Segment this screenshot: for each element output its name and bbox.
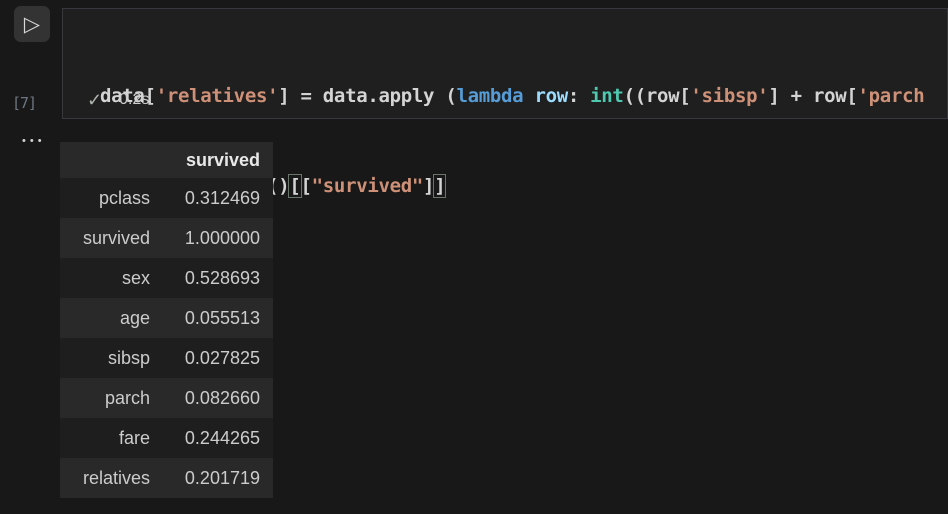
- code-token: 'sibsp': [690, 85, 768, 107]
- row-value: 0.312469: [150, 188, 273, 209]
- bracket-match-highlight: [: [289, 175, 300, 197]
- dataframe-output-table: survived pclass 0.312469 survived 1.0000…: [60, 142, 273, 498]
- output-more-actions-icon[interactable]: •••: [20, 134, 48, 149]
- row-label: sex: [60, 268, 150, 289]
- bracket-match-highlight: ]: [434, 175, 445, 197]
- row-value: 0.244265: [150, 428, 273, 449]
- run-cell-button[interactable]: ▷: [14, 6, 50, 42]
- row-label: sibsp: [60, 348, 150, 369]
- row-label: relatives: [60, 468, 150, 489]
- code-cell-editor[interactable]: data['relatives'] = data.apply (lambda r…: [62, 8, 948, 119]
- row-value: 0.082660: [150, 388, 273, 409]
- code-line-1: data['relatives'] = data.apply (lambda r…: [100, 81, 947, 111]
- row-label: survived: [60, 228, 150, 249]
- row-value: 0.201719: [150, 468, 273, 489]
- row-value: 0.027825: [150, 348, 273, 369]
- row-value: 0.528693: [150, 268, 273, 289]
- code-token: lambda: [456, 85, 523, 107]
- row-label: age: [60, 308, 150, 329]
- table-row: age 0.055513: [60, 298, 273, 338]
- table-row: pclass 0.312469: [60, 178, 273, 218]
- code-token: ]: [423, 175, 434, 197]
- row-label: fare: [60, 428, 150, 449]
- table-row: sibsp 0.027825: [60, 338, 273, 378]
- code-token: int: [590, 85, 623, 107]
- code-token: ((row[: [624, 85, 691, 107]
- row-value: 1.000000: [150, 228, 273, 249]
- table-row: sex 0.528693: [60, 258, 273, 298]
- code-token: "survived": [312, 175, 423, 197]
- code-token: ] + row[: [768, 85, 857, 107]
- cell-status-bar: ✓ 0.2s: [87, 89, 149, 111]
- success-check-icon: ✓: [87, 91, 102, 109]
- code-token: ] = data.apply (: [278, 85, 456, 107]
- table-header-row: survived: [60, 142, 273, 178]
- execution-duration: 0.2s: [119, 91, 149, 109]
- table-row: relatives 0.201719: [60, 458, 273, 498]
- play-icon: ▷: [24, 14, 40, 35]
- row-value: 0.055513: [150, 308, 273, 329]
- notebook-page: ▷ data['relatives'] = data.apply (lambda…: [0, 0, 948, 514]
- table-row: survived 1.000000: [60, 218, 273, 258]
- code-token: 'parch: [858, 85, 925, 107]
- code-token: [523, 85, 534, 107]
- code-token: 'relatives': [156, 85, 279, 107]
- table-row: parch 0.082660: [60, 378, 273, 418]
- code-token: :: [568, 85, 590, 107]
- execution-count: [7]: [12, 94, 36, 112]
- code-token: [: [301, 175, 312, 197]
- header-survived-cell: survived: [150, 150, 273, 171]
- code-token: row: [534, 85, 567, 107]
- row-label: pclass: [60, 188, 150, 209]
- table-row: fare 0.244265: [60, 418, 273, 458]
- row-label: parch: [60, 388, 150, 409]
